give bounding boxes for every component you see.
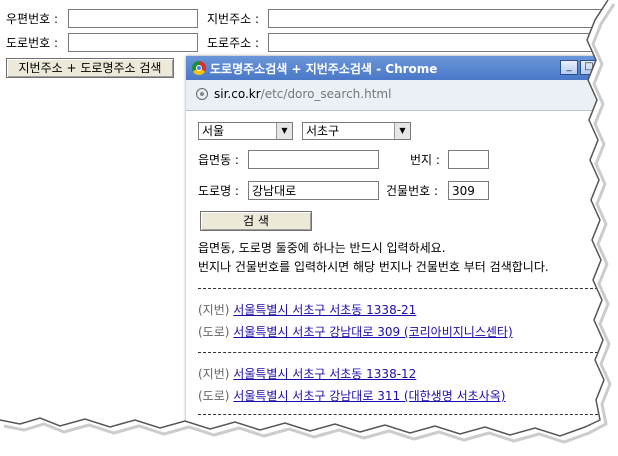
divider <box>198 352 598 353</box>
road-address-input[interactable] <box>268 33 608 52</box>
district-select-value: 서초구 <box>306 124 340 138</box>
road-name-input[interactable] <box>248 181 379 200</box>
result-tag: (지번) <box>198 303 230 317</box>
popup-title: 도로명주소검색 + 지번주소검색 - Chrome <box>210 62 438 76</box>
maximize-icon[interactable]: □ <box>580 60 598 75</box>
chrome-icon <box>192 61 206 75</box>
chevron-down-icon: ▼ <box>276 123 292 139</box>
jibun-address-label: 지번주소 : <box>207 12 260 26</box>
result-item[interactable]: (지번) 서울특별시 서초구 서초동 1338-12 <box>198 366 416 382</box>
result-item[interactable]: (도로) 서울특별시 서초구 강남대로 311 (대한생명 서초사옥) <box>198 388 505 404</box>
address-url: sir.co.kr/etc/doro_search.html <box>214 87 391 101</box>
help-text-required: 읍면동, 도로명 둘중에 하나는 반드시 입력하세요. <box>198 241 446 255</box>
chevron-down-icon: ▼ <box>394 123 410 139</box>
divider <box>198 414 598 415</box>
divider <box>198 288 598 289</box>
result-link[interactable]: 서울특별시 서초구 강남대로 309 (코리아비지니스센타) <box>233 325 512 339</box>
page: 우편번호 : 지번주소 : 도로번호 : 도로주소 : 지번주소 + 도로명주소… <box>0 0 618 456</box>
popup-search-button[interactable]: 검 색 <box>200 211 312 231</box>
building-number-label: 건물번호 : <box>386 184 439 198</box>
jibun-address-input[interactable] <box>268 9 608 28</box>
minimize-icon[interactable]: _ <box>560 60 578 75</box>
popup-window: 도로명주소검색 + 지번주소검색 - Chrome _ □ sir.co.kr/… <box>186 56 606 436</box>
result-tag: (지번) <box>198 367 230 381</box>
result-tag: (도로) <box>198 325 230 339</box>
page-icon <box>196 88 208 100</box>
bunji-input[interactable] <box>448 150 489 169</box>
road-number-input[interactable] <box>68 33 198 52</box>
result-item[interactable]: (지번) 서울특별시 서초구 서초동 1338-21 <box>198 302 416 318</box>
city-select[interactable]: 서울 ▼ <box>198 122 293 140</box>
address-domain: sir.co.kr <box>214 87 261 101</box>
result-item[interactable]: (도로) 서울특별시 서초구 강남대로 309 (코리아비지니스센타) <box>198 324 513 340</box>
popup-titlebar[interactable]: 도로명주소검색 + 지번주소검색 - Chrome _ □ <box>186 56 606 80</box>
road-name-label: 도로명 : <box>198 184 239 198</box>
result-link[interactable]: 서울특별시 서초구 강남대로 311 (대한생명 서초사옥) <box>233 389 505 403</box>
result-link[interactable]: 서울특별시 서초구 서초동 1338-21 <box>233 303 416 317</box>
road-address-label: 도로주소 : <box>207 36 260 50</box>
building-number-input[interactable] <box>448 181 489 200</box>
eupmyeondong-input[interactable] <box>248 150 379 169</box>
result-link[interactable]: 서울특별시 서초구 서초동 1338-12 <box>233 367 416 381</box>
postal-code-label: 우편번호 : <box>6 12 59 26</box>
bunji-label: 번지 : <box>410 153 440 167</box>
result-tag: (도로) <box>198 389 230 403</box>
address-search-button[interactable]: 지번주소 + 도로명주소 검색 <box>6 58 174 78</box>
help-text-number: 번지나 건물번호를 입력하시면 해당 번지나 건물번호 부터 검색합니다. <box>198 260 549 274</box>
road-number-label: 도로번호 : <box>6 36 59 50</box>
city-select-value: 서울 <box>202 124 225 138</box>
address-bar[interactable]: sir.co.kr/etc/doro_search.html <box>186 80 606 111</box>
district-select[interactable]: 서초구 ▼ <box>302 122 411 140</box>
address-path: /etc/doro_search.html <box>260 87 392 101</box>
postal-code-input[interactable] <box>68 9 198 28</box>
eupmyeondong-label: 읍면동 : <box>198 153 239 167</box>
